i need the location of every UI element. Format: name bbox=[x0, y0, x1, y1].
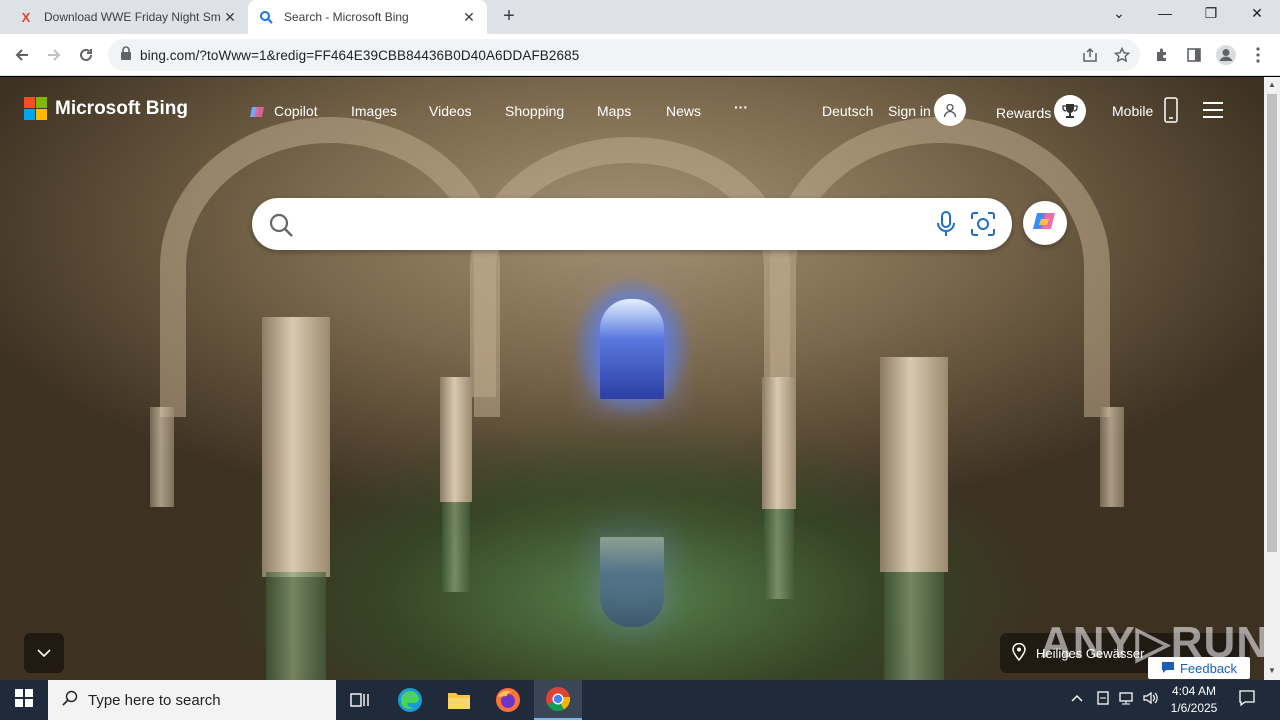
sign-in-link[interactable]: Sign in bbox=[888, 103, 931, 119]
clock-date: 1/6/2025 bbox=[1170, 701, 1218, 715]
restore-button[interactable]: ❐ bbox=[1199, 5, 1223, 27]
logo-text: Microsoft Bing bbox=[55, 97, 188, 119]
tab-title: Download WWE Friday Night Sm bbox=[44, 10, 221, 24]
page-scrollbar[interactable]: ▲ ▼ bbox=[1264, 77, 1280, 680]
pillar bbox=[880, 357, 948, 572]
copilot-button[interactable] bbox=[1023, 201, 1067, 245]
task-manager-tray-icon[interactable] bbox=[1096, 690, 1110, 709]
file-explorer-icon[interactable] bbox=[435, 680, 483, 720]
feedback-icon bbox=[1161, 661, 1175, 676]
scrollbar-thumb[interactable] bbox=[1267, 94, 1277, 552]
browser-menu-icon[interactable] bbox=[1246, 43, 1270, 67]
scroll-down-button[interactable] bbox=[24, 633, 64, 673]
bing-homepage: Microsoft Bing Copilot Images Videos Sho… bbox=[0, 77, 1264, 680]
nav-images[interactable]: Images bbox=[351, 103, 397, 119]
search-icon[interactable] bbox=[268, 212, 294, 243]
edge-browser-icon[interactable] bbox=[386, 680, 434, 720]
forward-button[interactable] bbox=[42, 43, 66, 67]
windows-taskbar: Type here to search 4:04 AM 1/6/2025 bbox=[0, 680, 1280, 720]
x-favicon-icon: X bbox=[21, 9, 31, 25]
trophy-icon[interactable] bbox=[1054, 95, 1086, 127]
bookmark-star-icon[interactable] bbox=[1110, 43, 1134, 67]
address-url: bing.com/?toWww=1&redig=FF464E39CBB84436… bbox=[140, 47, 580, 63]
pillar bbox=[762, 377, 796, 509]
nav-videos[interactable]: Videos bbox=[429, 103, 472, 119]
microsoft-logo-icon bbox=[24, 97, 47, 120]
new-tab-button[interactable]: + bbox=[498, 6, 520, 28]
search-box[interactable] bbox=[252, 198, 1012, 250]
rewards-link[interactable]: Rewards bbox=[996, 105, 1051, 121]
user-avatar-icon[interactable] bbox=[934, 94, 966, 126]
nav-copilot[interactable]: Copilot bbox=[274, 103, 318, 119]
chevron-down-icon bbox=[37, 644, 51, 662]
tab-title: Search - Microsoft Bing bbox=[284, 10, 409, 24]
taskbar-search-placeholder: Type here to search bbox=[88, 691, 221, 709]
tab-wwe-download[interactable]: X Download WWE Friday Night Sm ✕ bbox=[8, 0, 248, 34]
hamburger-menu-icon[interactable] bbox=[1203, 102, 1223, 118]
visual-search-camera-icon[interactable] bbox=[970, 211, 996, 242]
pillar bbox=[440, 377, 472, 502]
microphone-icon[interactable] bbox=[936, 211, 956, 242]
copilot-logo-icon bbox=[1031, 207, 1059, 240]
browser-toolbar: bing.com/?toWww=1&redig=FF464E39CBB84436… bbox=[0, 34, 1280, 76]
nav-more[interactable]: ··· bbox=[734, 99, 748, 115]
arch-left bbox=[160, 117, 500, 417]
start-button[interactable] bbox=[0, 680, 48, 720]
share-icon[interactable] bbox=[1078, 43, 1102, 67]
nav-maps[interactable]: Maps bbox=[597, 103, 631, 119]
pillar bbox=[1100, 407, 1124, 507]
lit-window bbox=[600, 299, 664, 399]
network-icon[interactable] bbox=[1118, 690, 1134, 709]
scroll-down-arrow-icon[interactable]: ▼ bbox=[1268, 666, 1276, 675]
pillar-reflection bbox=[266, 572, 326, 680]
volume-icon[interactable] bbox=[1142, 690, 1158, 709]
scroll-up-arrow-icon[interactable]: ▲ bbox=[1268, 80, 1276, 89]
task-view-icon[interactable] bbox=[336, 680, 384, 720]
search-favicon-icon bbox=[258, 9, 274, 25]
clock-time: 4:04 AM bbox=[1171, 684, 1217, 698]
mobile-link[interactable]: Mobile bbox=[1112, 103, 1153, 119]
tab-strip: X Download WWE Friday Night Sm ✕ Search … bbox=[0, 0, 1280, 34]
windows-logo-icon bbox=[15, 688, 33, 712]
profile-avatar-icon[interactable] bbox=[1214, 43, 1238, 67]
pillar-reflection bbox=[884, 572, 944, 680]
location-pin-icon bbox=[1012, 642, 1026, 664]
side-panel-icon[interactable] bbox=[1182, 43, 1206, 67]
address-bar[interactable]: bing.com/?toWww=1&redig=FF464E39CBB84436… bbox=[108, 39, 1140, 71]
reload-button[interactable] bbox=[74, 43, 98, 67]
pillar-reflection bbox=[442, 502, 470, 592]
nav-shopping[interactable]: Shopping bbox=[505, 103, 564, 119]
minimize-button[interactable]: — bbox=[1153, 5, 1177, 27]
language-link[interactable]: Deutsch bbox=[822, 103, 873, 119]
nav-news[interactable]: News bbox=[666, 103, 701, 119]
close-window-button[interactable]: ✕ bbox=[1245, 5, 1269, 27]
chrome-icon[interactable] bbox=[534, 680, 582, 720]
close-tab-icon[interactable]: ✕ bbox=[222, 9, 238, 26]
feedback-label: Feedback bbox=[1179, 660, 1238, 676]
tab-bing-search[interactable]: Search - Microsoft Bing ✕ bbox=[248, 0, 487, 34]
pillar bbox=[262, 317, 330, 577]
microsoft-bing-logo[interactable]: Microsoft Bing bbox=[24, 97, 188, 120]
tab-search-icon[interactable]: ⌄ bbox=[1107, 5, 1131, 27]
taskbar-search-box[interactable]: Type here to search bbox=[48, 680, 336, 720]
copilot-icon bbox=[249, 104, 265, 123]
close-tab-icon[interactable]: ✕ bbox=[461, 9, 477, 26]
extensions-icon[interactable] bbox=[1150, 43, 1174, 67]
notification-center-icon[interactable] bbox=[1238, 689, 1256, 710]
lock-icon[interactable] bbox=[120, 45, 132, 65]
firefox-icon[interactable] bbox=[484, 680, 532, 720]
pillar bbox=[150, 407, 174, 507]
search-input[interactable] bbox=[312, 210, 912, 238]
mobile-phone-icon[interactable] bbox=[1164, 97, 1178, 126]
back-button[interactable] bbox=[10, 43, 34, 67]
show-hidden-icons-chevron-icon[interactable] bbox=[1071, 690, 1083, 705]
taskbar-clock[interactable]: 4:04 AM 1/6/2025 bbox=[1160, 683, 1228, 717]
lit-window-reflection bbox=[600, 537, 664, 627]
pillar-reflection bbox=[764, 509, 794, 599]
search-icon bbox=[62, 690, 78, 710]
feedback-button[interactable]: Feedback bbox=[1148, 657, 1250, 679]
